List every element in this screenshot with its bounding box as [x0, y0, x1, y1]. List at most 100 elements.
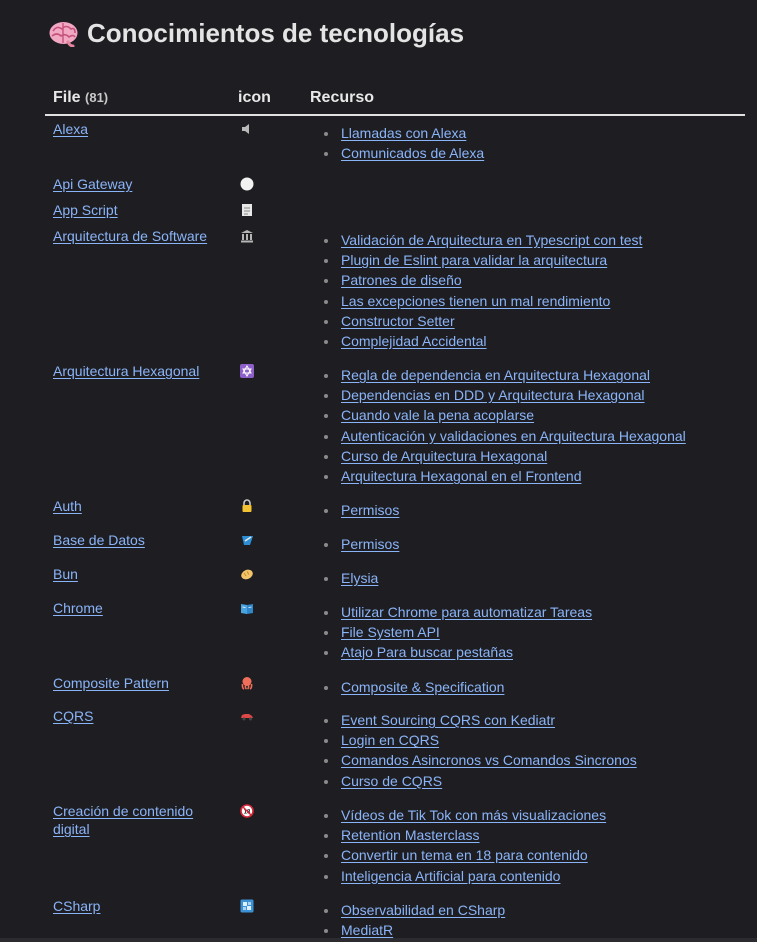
resource-link[interactable]: Arquitectura Hexagonal en el Frontend	[341, 468, 581, 484]
list-item: Curso de CQRS	[323, 771, 637, 791]
resource-link[interactable]: Composite & Specification	[341, 679, 504, 695]
resource-link[interactable]: Vídeos de Tik Tok con más visualizacione…	[341, 807, 606, 823]
resource-list: Validación de Arquitectura en Typescript…	[323, 230, 642, 351]
resource-link[interactable]: Convertir un tema en 18 para contenido	[341, 847, 588, 863]
resource-link[interactable]: Dependencias en DDD y Arquitectura Hexag…	[341, 387, 645, 403]
resource-link[interactable]: MediatR	[341, 922, 393, 938]
list-item: Convertir un tema en 18 para contenido	[323, 845, 606, 865]
resource-link[interactable]: Las excepciones tienen un mal rendimient…	[341, 293, 610, 309]
table-row: Auth Permisos	[45, 493, 745, 527]
table-row: Creación de contenido digital 18 Vídeos de…	[45, 798, 745, 893]
file-link[interactable]: Composite Pattern	[53, 675, 169, 691]
list-item: File System API	[323, 622, 592, 642]
file-cell: Composite Pattern	[53, 674, 218, 692]
resource-list: Vídeos de Tik Tok con más visualizacione…	[323, 805, 606, 886]
list-item: Permisos	[323, 500, 399, 520]
table-row: Arquitectura Hexagonal Regla de dependenc…	[45, 358, 745, 493]
column-header-icon[interactable]: icon	[238, 89, 271, 107]
resource-list: Permisos	[323, 500, 399, 520]
resource-link[interactable]: Utilizar Chrome para automatizar Tareas	[341, 604, 592, 620]
list-item: Constructor Setter	[323, 311, 642, 331]
file-cell: Arquitectura Hexagonal	[53, 362, 218, 380]
list-item: Regla de dependencia en Arquitectura Hex…	[323, 365, 686, 385]
window-icon	[240, 899, 254, 913]
resource-list: Composite & Specification	[323, 677, 504, 697]
file-link[interactable]: Creación de contenido digital	[53, 803, 193, 837]
table-row: Bun Elysia	[45, 561, 745, 595]
table-row: App Script	[45, 197, 745, 223]
technologies-table: File (81) icon Recurso Alexa Llamadas con…	[45, 84, 745, 942]
resource-list: Permisos	[323, 534, 399, 554]
resource-link[interactable]: Constructor Setter	[341, 313, 455, 329]
file-count: (81)	[85, 90, 109, 105]
resource-link[interactable]: Elysia	[341, 570, 378, 586]
resource-link[interactable]: Plugin de Eslint para validar la arquite…	[341, 252, 607, 268]
list-item: Login en CQRS	[323, 730, 637, 750]
column-header-recurso[interactable]: Recurso	[310, 89, 374, 107]
file-link[interactable]: App Script	[53, 202, 118, 218]
table-row: Base de Datos Permisos	[45, 527, 745, 561]
resource-link[interactable]: Validación de Arquitectura en Typescript…	[341, 232, 642, 248]
file-cell: CSharp	[53, 897, 218, 915]
list-item: Event Sourcing CQRS con Kediatr	[323, 710, 637, 730]
resource-list: Regla de dependencia en Arquitectura Hex…	[323, 365, 686, 486]
resource-list: Observabilidad en CSharp MediatR	[323, 900, 505, 940]
resource-link[interactable]: Inteligencia Artificial para contenido	[341, 868, 560, 884]
resource-link[interactable]: Patrones de diseño	[341, 272, 462, 288]
list-item: Atajo Para buscar pestañas	[323, 642, 592, 662]
file-link[interactable]: Bun	[53, 566, 78, 582]
file-cell: Base de Datos	[53, 531, 218, 549]
resource-link[interactable]: Complejidad Accidental	[341, 333, 487, 349]
six-pointed-star-icon	[240, 364, 254, 378]
resource-list: Event Sourcing CQRS con Kediatr Login en …	[323, 710, 637, 791]
resource-link[interactable]: Login en CQRS	[341, 732, 439, 748]
page-heading: Conocimientos de tecnologías	[48, 18, 464, 49]
resource-link[interactable]: Comunicados de Alexa	[341, 145, 484, 161]
list-item: Retention Masterclass	[323, 825, 606, 845]
resource-list: Llamadas con Alexa Comunicados de Alexa	[323, 123, 484, 163]
list-item: Observabilidad en CSharp	[323, 900, 505, 920]
list-item: Complejidad Accidental	[323, 331, 642, 351]
file-link[interactable]: CSharp	[53, 898, 100, 914]
resource-link[interactable]: Llamadas con Alexa	[341, 125, 466, 141]
file-link[interactable]: Base de Datos	[53, 532, 145, 548]
list-item: Curso de Arquitectura Hexagonal	[323, 446, 686, 466]
list-item: Las excepciones tienen un mal rendimient…	[323, 291, 642, 311]
resource-link[interactable]: Permisos	[341, 502, 399, 518]
resource-link[interactable]: Regla de dependencia en Arquitectura Hex…	[341, 367, 650, 383]
resource-link[interactable]: Curso de Arquitectura Hexagonal	[341, 448, 547, 464]
resource-link[interactable]: Curso de CQRS	[341, 773, 442, 789]
brain-icon	[48, 21, 79, 47]
resource-link[interactable]: Autenticación y validaciones en Arquitec…	[341, 428, 686, 444]
file-link[interactable]: Api Gateway	[53, 176, 132, 192]
list-item: Vídeos de Tik Tok con más visualizacione…	[323, 805, 606, 825]
list-item: Patrones de diseño	[323, 270, 642, 290]
file-cell: CQRS	[53, 707, 218, 725]
file-link[interactable]: Chrome	[53, 600, 103, 616]
file-link[interactable]: Alexa	[53, 121, 88, 137]
car-icon	[240, 709, 254, 723]
resource-link[interactable]: Permisos	[341, 536, 399, 552]
bread-icon	[240, 567, 254, 581]
file-cell: Arquitectura de Software	[53, 227, 218, 245]
resource-link[interactable]: Comandos Asincronos vs Comandos Sincrono…	[341, 752, 637, 768]
resource-link[interactable]: Atajo Para buscar pestañas	[341, 644, 513, 660]
file-link[interactable]: Auth	[53, 498, 82, 514]
table-row: Alexa Llamadas con Alexa Comunicados de Al…	[45, 116, 745, 171]
resource-link[interactable]: Retention Masterclass	[341, 827, 480, 843]
column-header-file[interactable]: File (81)	[53, 89, 108, 107]
resource-list: Utilizar Chrome para automatizar Tareas F…	[323, 602, 592, 663]
resource-link[interactable]: Cuando vale la pena acoplarse	[341, 407, 534, 423]
file-link[interactable]: Arquitectura Hexagonal	[53, 363, 199, 379]
table-row: CSharp Observabilidad en CSharp MediatR	[45, 893, 745, 942]
page-title: Conocimientos de tecnologías	[87, 18, 465, 48]
file-link[interactable]: CQRS	[53, 708, 93, 724]
page-icon	[240, 203, 254, 217]
resource-link[interactable]: Observabilidad en CSharp	[341, 902, 505, 918]
resource-link[interactable]: File System API	[341, 624, 440, 640]
resource-link[interactable]: Event Sourcing CQRS con Kediatr	[341, 712, 555, 728]
file-cell: Creación de contenido digital	[53, 802, 218, 838]
table-row: Arquitectura de Software Validación de Ar…	[45, 223, 745, 358]
file-link[interactable]: Arquitectura de Software	[53, 228, 207, 244]
table-row: Api Gateway	[45, 171, 745, 197]
